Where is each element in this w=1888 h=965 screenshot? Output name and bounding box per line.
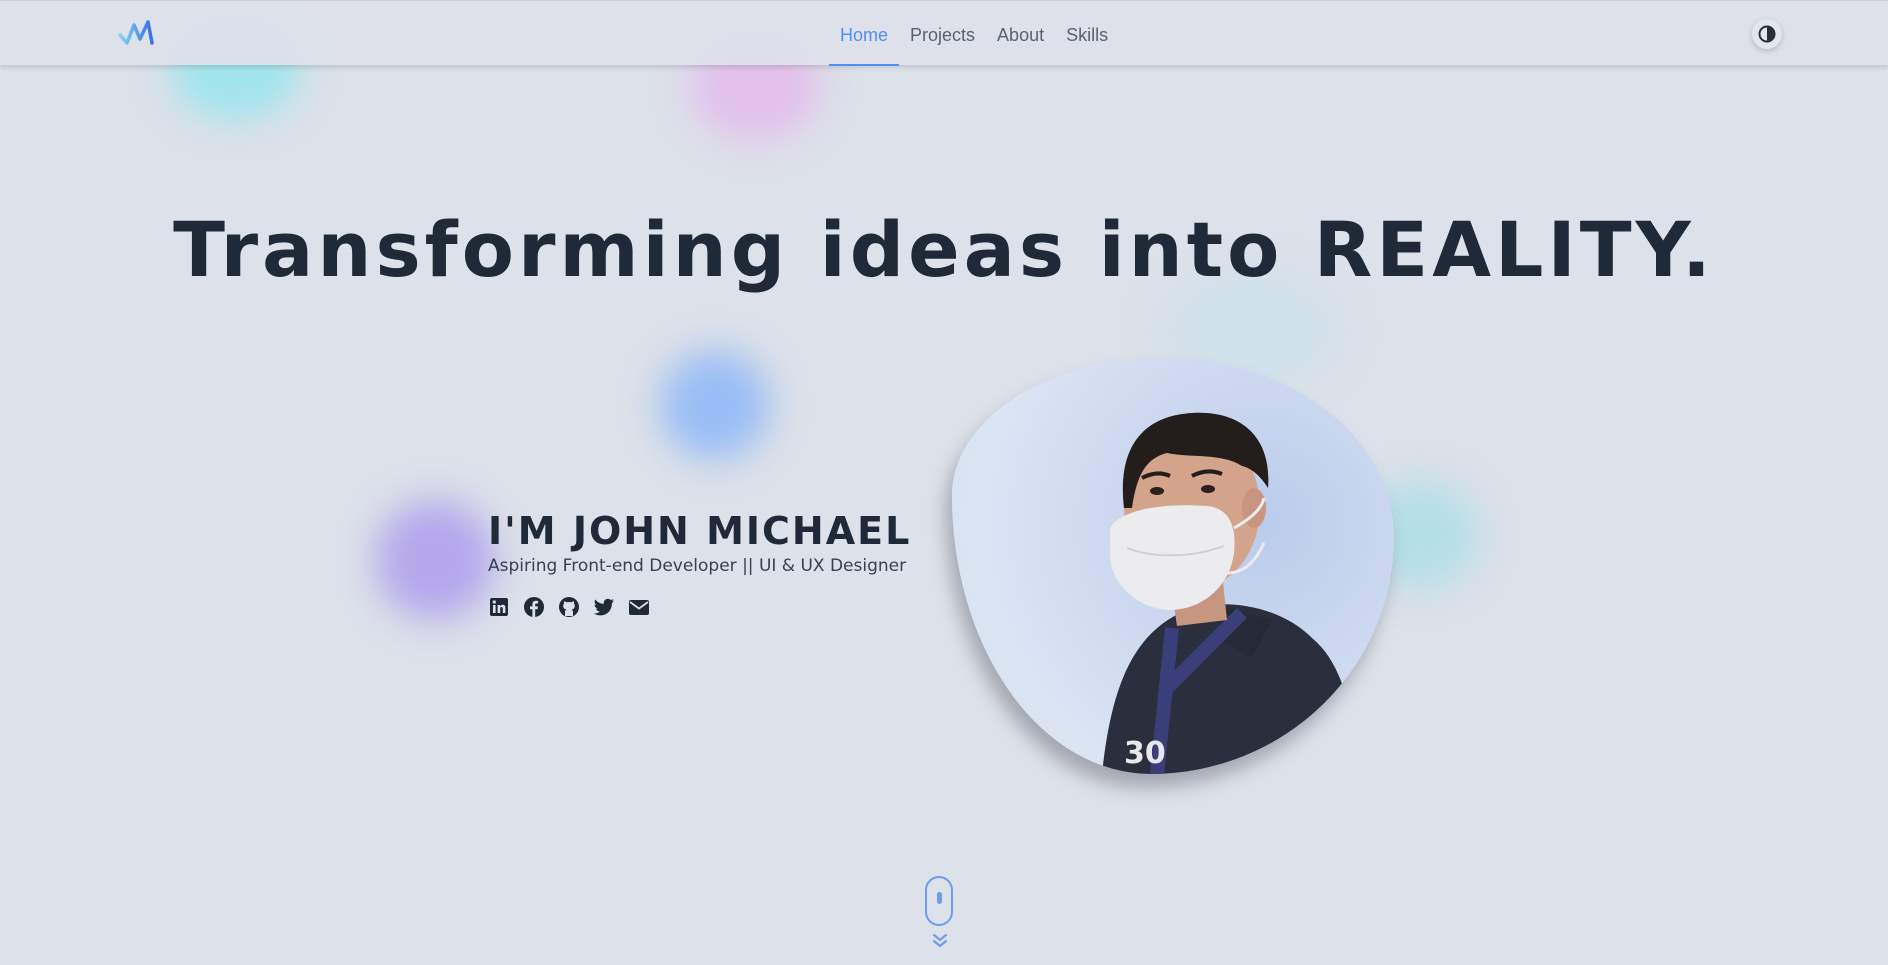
contrast-icon [1758,25,1776,43]
nav-link-home[interactable]: Home [829,1,900,66]
twitter-icon[interactable] [593,596,615,618]
mouse-wheel [937,892,942,904]
nav-links: Home Projects About Skills [829,1,1119,66]
hero-title: Transforming ideas into REALITY. [173,205,1715,294]
social-links [488,596,911,618]
navbar: Home Projects About Skills [0,0,1888,66]
decorative-blob [375,500,495,620]
intro-section: I'M JOHN MICHAEL Aspiring Front-end Deve… [488,508,911,618]
theme-toggle-button[interactable] [1752,19,1782,49]
nav-link-about[interactable]: About [986,1,1055,66]
email-icon[interactable] [628,596,650,618]
intro-name: I'M JOHN MICHAEL [488,509,912,553]
nav-link-skills[interactable]: Skills [1055,1,1119,66]
nav-link-projects[interactable]: Projects [899,1,986,66]
facebook-icon[interactable] [523,596,545,618]
intro-subtitle: Aspiring Front-end Developer || UI & UX … [488,556,907,576]
linkedin-icon[interactable] [488,596,510,618]
shirt-print: 30 [1124,736,1166,771]
decorative-blob [660,350,770,460]
github-icon[interactable] [558,596,580,618]
profile-photo: 30 [952,358,1394,774]
chevron-down-icon [932,933,948,948]
mouse-scroll-icon[interactable] [925,876,953,926]
logo-icon[interactable] [118,19,162,49]
